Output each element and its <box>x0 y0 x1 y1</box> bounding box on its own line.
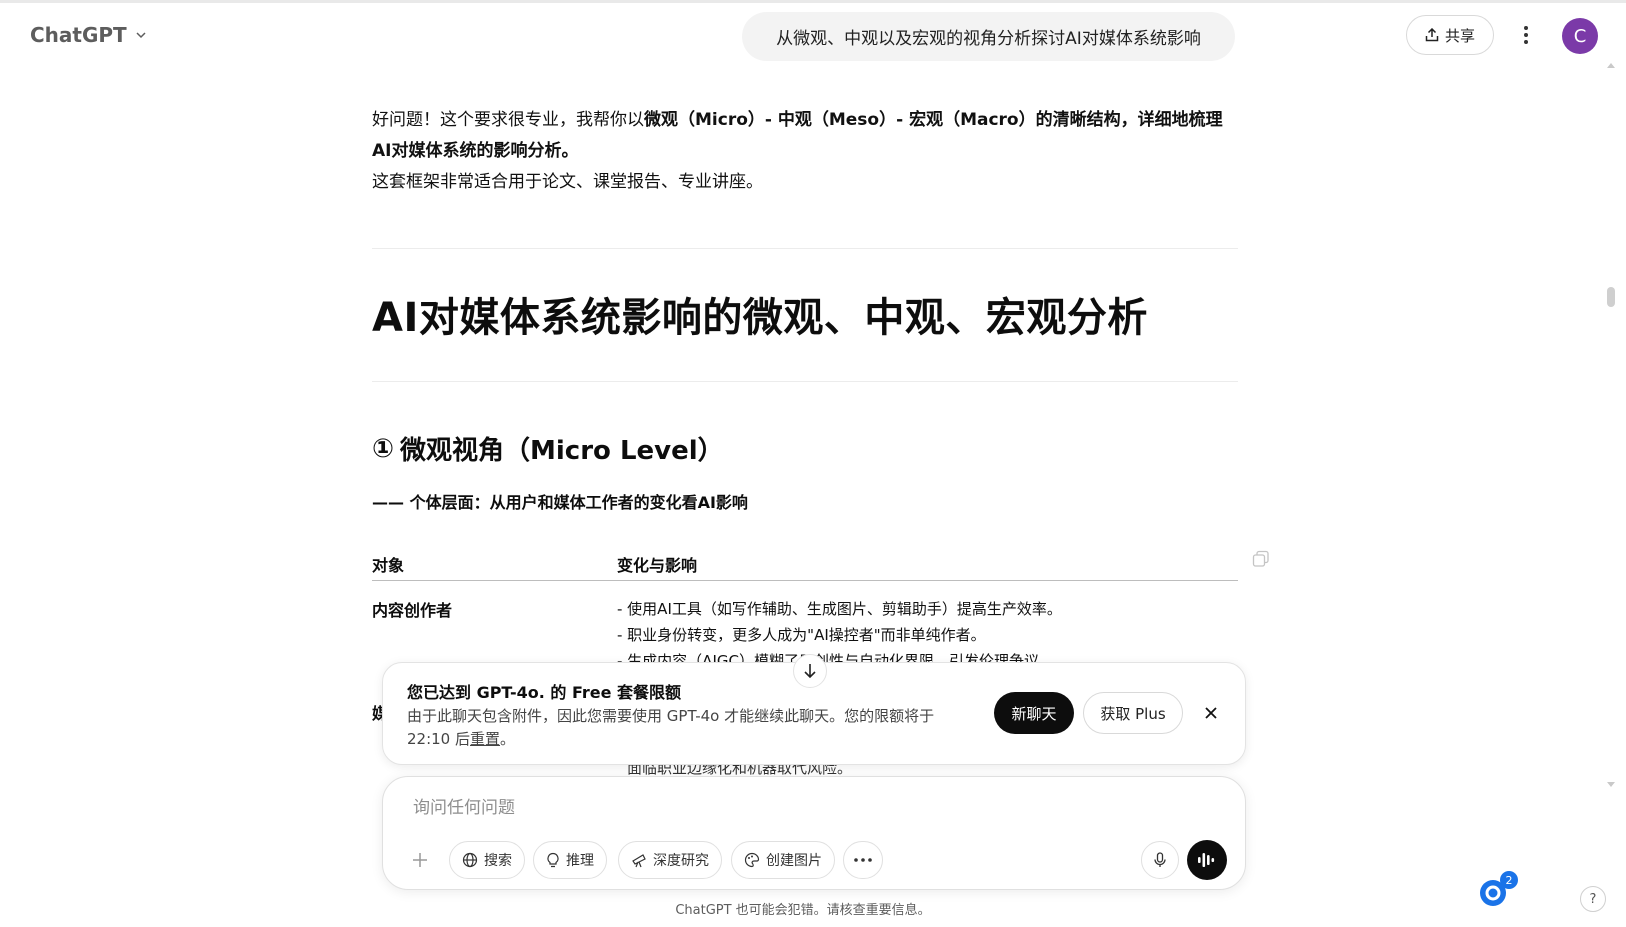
new-chat-button[interactable]: 新聊天 <box>994 692 1074 734</box>
table-cell-line: - 职业身份转变，更多人成为"AI操控者"而非单纯作者。 <box>617 626 986 644</box>
chevron-down-icon <box>136 32 146 39</box>
conversation-title: 从微观、中观以及宏观的视角分析探讨AI对媒体系统影响 <box>742 12 1235 61</box>
vertical-dots-icon <box>1524 26 1528 44</box>
reset-link[interactable]: 重置 <box>470 730 500 748</box>
scrollbar-thumb[interactable] <box>1607 287 1615 307</box>
scroll-to-bottom-button[interactable] <box>793 654 827 688</box>
section-number: ① <box>372 433 395 464</box>
voice-mode-button[interactable] <box>1187 840 1227 880</box>
section-heading: ① 微观视角（Micro Level） <box>372 430 724 467</box>
attach-button[interactable] <box>405 845 435 875</box>
close-banner-button[interactable] <box>1200 702 1222 724</box>
get-plus-button[interactable]: 获取 Plus <box>1083 692 1183 734</box>
limit-title: 您已达到 GPT-4o. 的 Free 套餐限额 <box>407 683 682 702</box>
table-header-rule <box>372 580 1238 581</box>
globe-icon <box>462 852 478 868</box>
section-title: 微观视角（Micro Level） <box>400 436 724 466</box>
limit-description: 由于此聊天包含附件，因此您需要使用 GPT-4o 才能继续此聊天。您的限额将于 … <box>407 705 967 751</box>
divider <box>372 248 1238 249</box>
scroll-down-arrow-icon[interactable] <box>1606 780 1616 790</box>
horizontal-dots-icon <box>854 858 872 862</box>
voice-wave-icon <box>1198 853 1215 867</box>
disclaimer: ChatGPT 也可能会犯错。请核查重要信息。 <box>675 903 931 918</box>
table-header-change: 变化与影响 <box>617 556 698 575</box>
more-tools-button[interactable] <box>843 841 883 879</box>
copy-table-icon[interactable] <box>1252 550 1270 568</box>
table-header-object: 对象 <box>372 556 405 575</box>
deep-research-tool-label: 深度研究 <box>653 853 709 869</box>
divider <box>372 381 1238 382</box>
search-tool-label: 搜索 <box>484 853 512 869</box>
lightbulb-icon <box>547 852 559 868</box>
model-switcher[interactable]: ChatGPT <box>30 20 147 50</box>
telescope-icon <box>632 854 646 868</box>
assistant-message: 好问题！这个要求很专业，我帮你以微观（Micro）- 中观（Meso）- 宏观（… <box>372 105 1238 198</box>
help-button[interactable]: ? <box>1580 886 1606 912</box>
arrow-down-icon <box>804 664 816 679</box>
limit-description-suffix: 。 <box>500 730 516 748</box>
reason-tool-button[interactable]: 推理 <box>533 841 607 879</box>
deep-research-tool-button[interactable]: 深度研究 <box>618 841 722 879</box>
share-label: 共享 <box>1444 26 1475 45</box>
reason-tool-label: 推理 <box>566 853 594 869</box>
model-name: ChatGPT <box>30 23 127 47</box>
avatar[interactable]: C <box>1562 18 1598 54</box>
more-options-button[interactable] <box>1514 22 1538 48</box>
message-heading: AI对媒体系统影响的微观、中观、宏观分析 <box>372 295 1148 341</box>
plus-icon <box>413 853 427 867</box>
share-button[interactable]: 共享 <box>1406 15 1494 55</box>
section-subtitle: —— 个体层面：从用户和媒体工作者的变化看AI影响 <box>372 493 748 512</box>
scroll-up-arrow-icon[interactable] <box>1606 60 1616 70</box>
intro-line-2: 这套框架非常适合用于论文、课堂报告、专业讲座。 <box>372 172 763 192</box>
palette-icon <box>744 852 760 868</box>
table-cell-line: - 使用AI工具（如写作辅助、生成图片、剪辑助手）提高生产效率。 <box>617 600 1062 618</box>
close-icon <box>1205 707 1217 719</box>
search-tool-button[interactable]: 搜索 <box>449 841 525 879</box>
top-border <box>0 0 1626 3</box>
create-image-tool-button[interactable]: 创建图片 <box>731 841 835 879</box>
notification-badge: 2 <box>1500 871 1518 889</box>
prompt-input[interactable] <box>411 791 1115 825</box>
message-intro: 好问题！这个要求很专业，我帮你以微观（Micro）- 中观（Meso）- 宏观（… <box>372 105 1238 198</box>
intro-text: 好问题！这个要求很专业，我帮你以 <box>372 110 644 130</box>
dictate-button[interactable] <box>1141 841 1179 879</box>
table-row-label: 内容创作者 <box>372 601 453 620</box>
create-image-tool-label: 创建图片 <box>766 853 822 869</box>
composer: 搜索 推理 深度研究 创建图片 <box>382 776 1246 890</box>
share-icon <box>1425 28 1439 42</box>
microphone-icon <box>1154 852 1166 867</box>
